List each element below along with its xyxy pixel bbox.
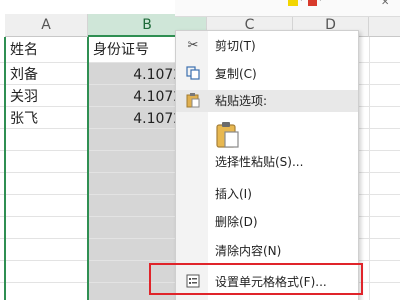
menu-item-cut[interactable]: ✂ 剪切(T) [176,35,358,57]
column-line [369,37,370,300]
menu-item-delete[interactable]: 删除(D) [176,211,358,233]
selection-edge-left [4,37,6,300]
menu-item-paste-options: 粘贴选项: [176,90,358,112]
menu-item-delete-label: 删除(D) [215,215,258,229]
cell-a1[interactable]: 姓名 [10,41,38,59]
menu-item-copy-label: 复制(C) [215,67,257,81]
font-color-dropdown-icon[interactable]: ▾ [318,0,323,4]
menu-item-insert[interactable]: 插入(I) [176,183,358,205]
cell-a2[interactable]: 刘备 [10,66,38,84]
spreadsheet: A B C D ▾ ▾ ✕ 姓名 身份证号 刘备 4.10724E 关羽 4.1… [0,0,400,300]
cell-a3[interactable]: 关羽 [10,88,38,106]
menu-item-paste-special-label: 选择性粘贴(S)... [215,155,304,169]
font-color-swatch[interactable] [308,0,317,6]
selection-edge-ab [87,37,89,300]
context-menu: ✂ 剪切(T) 复制(C) 粘贴选项: 选择性粘贴(S)... 插入(I) 删除… [175,30,359,300]
fill-color-dropdown-icon[interactable]: ▾ [299,0,304,4]
fill-color-swatch[interactable] [288,0,298,6]
paste-button-icon[interactable] [215,121,241,149]
menu-item-clear-contents-label: 清除内容(N) [215,244,282,258]
menu-item-paste-options-label: 粘贴选项: [215,94,268,108]
scissors-icon: ✂ [187,38,199,53]
clear-icon[interactable]: ✕ [381,0,389,8]
cell-b1[interactable]: 身份证号 [93,41,149,59]
column-header-a[interactable]: A [5,14,88,37]
menu-item-copy[interactable]: 复制(C) [176,63,358,85]
copy-icon [185,66,201,82]
paste-icon [185,93,201,109]
menu-item-insert-label: 插入(I) [215,187,252,201]
menu-item-clear-contents[interactable]: 清除内容(N) [176,240,358,262]
menu-item-cut-label: 剪切(T) [215,39,256,53]
column-header-e[interactable] [369,14,400,37]
highlight-box [149,263,363,295]
cell-a4[interactable]: 张飞 [10,110,38,128]
menu-item-paste-special[interactable]: 选择性粘贴(S)... [176,151,358,173]
